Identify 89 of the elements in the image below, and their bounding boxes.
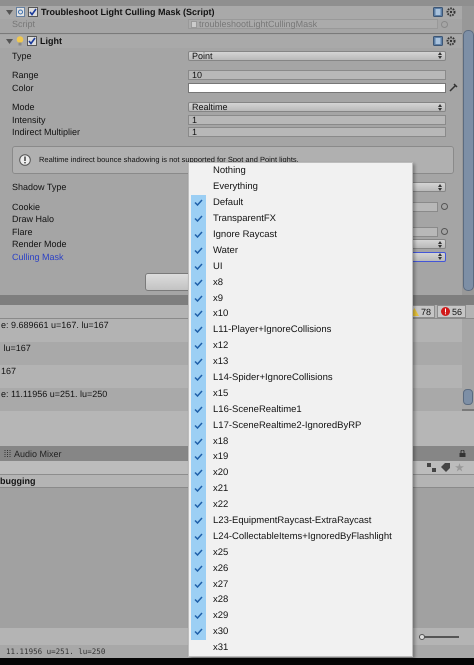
menu-item[interactable]: x31 bbox=[189, 640, 412, 656]
menu-item[interactable]: L14-Spider+IgnoreCollisions bbox=[189, 370, 412, 386]
foldout-arrow-icon[interactable] bbox=[6, 8, 13, 16]
component-title: Troubleshoot Light Culling Mask (Script) bbox=[41, 7, 214, 18]
menu-item[interactable]: x20 bbox=[189, 464, 412, 481]
log-entry[interactable]: 167 bbox=[1, 366, 16, 376]
field-label: Flare bbox=[12, 226, 33, 237]
number-field[interactable]: 1 bbox=[188, 114, 446, 125]
grid-icon bbox=[4, 450, 11, 457]
error-count-toggle[interactable]: 56 bbox=[436, 305, 466, 318]
lightbulb-icon bbox=[16, 36, 24, 46]
menu-item[interactable]: Ignore Raycast bbox=[189, 226, 412, 242]
menu-item[interactable]: x27 bbox=[189, 576, 412, 592]
number-field[interactable]: 10 bbox=[188, 70, 446, 80]
book-icon[interactable] bbox=[433, 7, 443, 18]
menu-item[interactable]: x22 bbox=[189, 496, 412, 513]
menu-item[interactable]: Default bbox=[189, 194, 412, 211]
menu-item[interactable]: L17-SceneRealtime2-IgnoredByRP bbox=[189, 417, 412, 434]
zoom-slider[interactable] bbox=[419, 634, 459, 640]
checkbox[interactable] bbox=[27, 36, 37, 46]
field-label: Indirect Multiplier bbox=[12, 127, 80, 138]
script-file-icon bbox=[191, 20, 197, 28]
dropdown-arrows-icon bbox=[438, 104, 442, 111]
field-label: Intensity bbox=[12, 114, 46, 125]
object-picker-icon[interactable] bbox=[441, 228, 448, 236]
lock-icon[interactable] bbox=[459, 450, 466, 457]
menu-item[interactable]: x15 bbox=[189, 385, 412, 402]
number-field[interactable]: 1 bbox=[188, 127, 446, 138]
menu-item[interactable]: x13 bbox=[189, 354, 412, 370]
field-label: Color bbox=[12, 82, 34, 93]
menu-item[interactable]: x19 bbox=[189, 449, 412, 465]
error-icon bbox=[440, 307, 450, 316]
menu-item[interactable]: Everything bbox=[189, 178, 412, 195]
field-label: Cookie bbox=[12, 202, 40, 212]
foldout-arrow-icon[interactable] bbox=[6, 38, 13, 45]
dropdown-arrows-icon bbox=[438, 184, 442, 191]
field-label: Type bbox=[12, 50, 32, 61]
menu-item[interactable]: x30 bbox=[189, 624, 412, 640]
star-icon[interactable] bbox=[455, 463, 464, 472]
field-label: Render Mode bbox=[12, 239, 67, 250]
menu-item[interactable]: x25 bbox=[189, 544, 412, 560]
menu-item[interactable]: L24-CollectableItems+IgnoredByFlashlight bbox=[189, 528, 412, 544]
checkbox[interactable] bbox=[28, 7, 38, 18]
script-icon bbox=[16, 7, 25, 18]
eyedropper-icon[interactable] bbox=[449, 83, 458, 92]
log-entry[interactable]: e: 9.689661 u=167. lu=167 bbox=[1, 320, 109, 330]
gear-icon[interactable] bbox=[446, 36, 456, 46]
menu-item[interactable]: L11-Player+IgnoreCollisions bbox=[189, 322, 412, 338]
field-label: Draw Halo bbox=[12, 214, 54, 224]
panel-tab[interactable]: Audio Mixer bbox=[4, 448, 62, 458]
dropdown-arrows-icon bbox=[438, 240, 442, 248]
dropdown-arrows-icon bbox=[438, 52, 442, 60]
menu-item[interactable]: L16-SceneRealtime1 bbox=[189, 401, 412, 418]
section-title: bugging bbox=[0, 476, 36, 486]
book-icon[interactable] bbox=[433, 36, 443, 46]
check-icon bbox=[191, 194, 206, 211]
object-picker-icon[interactable] bbox=[441, 203, 448, 210]
check-icon bbox=[191, 624, 206, 640]
field-label: Shadow Type bbox=[12, 182, 66, 192]
dropdown-arrows-icon bbox=[438, 253, 442, 260]
menu-item[interactable]: Nothing bbox=[189, 163, 412, 179]
log-entry[interactable]: lu=167 bbox=[1, 343, 31, 353]
field-label: Mode bbox=[12, 102, 35, 112]
menu-item[interactable]: x21 bbox=[189, 480, 412, 497]
scrollbar[interactable] bbox=[462, 319, 474, 409]
field-label: Range bbox=[12, 70, 39, 80]
tag-icon[interactable] bbox=[441, 463, 450, 472]
info-icon bbox=[19, 154, 31, 166]
gear-icon[interactable] bbox=[446, 7, 456, 18]
component-title: Light bbox=[40, 36, 62, 46]
menu-item[interactable]: Water bbox=[189, 242, 412, 258]
menu-item[interactable]: x26 bbox=[189, 560, 412, 576]
menu-item[interactable]: x12 bbox=[189, 338, 412, 354]
menu-item[interactable]: x9 bbox=[189, 290, 412, 306]
menu-item[interactable]: UI bbox=[189, 258, 412, 274]
scrollbar[interactable] bbox=[462, 6, 474, 295]
hierarchy-icon[interactable] bbox=[427, 463, 436, 472]
object-picker-icon bbox=[441, 20, 448, 28]
menu-item[interactable]: x18 bbox=[189, 433, 412, 450]
color-field[interactable] bbox=[188, 82, 446, 93]
dropdown[interactable]: Point bbox=[188, 50, 446, 61]
menu-item[interactable]: x8 bbox=[189, 274, 412, 290]
log-entry[interactable]: e: 11.11956 u=251. lu=250 bbox=[1, 389, 108, 399]
dropdown[interactable]: Realtime bbox=[188, 102, 446, 112]
menu-item[interactable]: x29 bbox=[189, 608, 412, 624]
menu-item[interactable]: L23-EquipmentRaycast-ExtraRaycast bbox=[189, 512, 412, 528]
menu-item[interactable]: x28 bbox=[189, 592, 412, 608]
field-label: Culling Mask bbox=[12, 252, 64, 262]
menu-item[interactable]: TransparentFX bbox=[189, 210, 412, 227]
